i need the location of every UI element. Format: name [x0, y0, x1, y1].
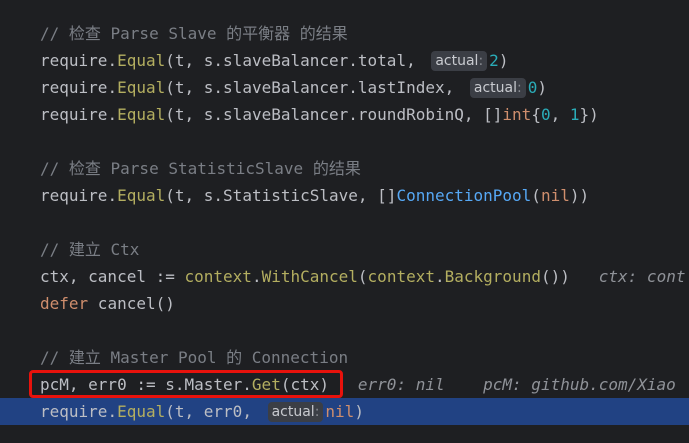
function-name: Equal	[117, 51, 166, 70]
code-line-statistic-slave[interactable]: require.Equal(t, s.StatisticSlave, []Con…	[0, 182, 689, 209]
assignment-lhs: pcM, err0 := s.Master.	[40, 375, 252, 394]
inlay-type-hint: ctx: cont	[598, 267, 686, 286]
arguments: (t, s.slaveBalancer.total,	[165, 51, 426, 70]
code-line-master-get[interactable]: pcM, err0 := s.Master.Get(ctx) err0: nil…	[0, 371, 689, 398]
code-line-comment-parse-slave[interactable]: // 检查 Parse Slave 的平衡器 的结果	[0, 20, 689, 47]
function-name: Equal	[117, 402, 166, 421]
function-name: WithCancel	[261, 267, 358, 286]
package-name: context	[184, 267, 252, 286]
function-name: Background	[444, 267, 541, 286]
code-line-round-robin[interactable]: require.Equal(t, s.slaveBalancer.roundRo…	[0, 101, 689, 128]
parameter-hint: actual:	[431, 51, 488, 71]
nil-literal: nil	[325, 402, 355, 421]
parameter-hint: actual:	[267, 402, 324, 422]
comment: // 建立 Ctx	[40, 240, 140, 259]
function-name: Get	[251, 375, 281, 394]
comment: // 建立 Master Pool 的 Connection	[40, 348, 349, 367]
code-line-ctx[interactable]: ctx, cancel := context.WithCancel(contex…	[0, 263, 689, 290]
code-line-total[interactable]: require.Equal(t, s.slaveBalancer.total, …	[0, 47, 689, 74]
code-line-current-require[interactable]: require.Equal(t, err0, actual: nil)	[0, 398, 689, 425]
parameter-hint: actual:	[469, 78, 526, 98]
arguments: (t, s.slaveBalancer.lastIndex,	[165, 78, 464, 97]
arguments: (t, err0,	[165, 402, 262, 421]
code-line-comment-ctx[interactable]: // 建立 Ctx	[0, 236, 689, 263]
package-name: require	[40, 402, 108, 421]
inlay-value-hint: pcM: github.com/Xiao	[483, 375, 676, 394]
number-literal: 2	[489, 51, 499, 70]
code-line-comment-master[interactable]: // 建立 Master Pool 的 Connection	[0, 344, 689, 371]
keyword: defer	[40, 294, 89, 313]
number-literal: 0	[527, 78, 538, 97]
code-line-last-index[interactable]: require.Equal(t, s.slaveBalancer.lastInd…	[0, 74, 689, 101]
number-literal: 0	[540, 105, 551, 124]
function-name: Equal	[117, 105, 166, 124]
type-keyword: int	[502, 105, 532, 124]
comment: // 检查 Parse Slave 的平衡器 的结果	[40, 24, 348, 43]
code-line-defer[interactable]: defer cancel()	[0, 290, 689, 317]
number-literal: 1	[569, 105, 580, 124]
package-name: require	[40, 78, 108, 97]
package-name: require	[40, 105, 108, 124]
assignment-lhs: ctx, cancel :=	[40, 267, 185, 286]
code-line-comment-statistic-slave[interactable]: // 检查 Parse StatisticSlave 的结果	[0, 155, 689, 182]
inlay-value-hint: err0: nil	[357, 375, 445, 394]
type-name: ConnectionPool	[396, 186, 532, 205]
function-name: Equal	[117, 78, 166, 97]
arguments: (t, s.slaveBalancer.roundRobinQ, []	[165, 105, 503, 124]
code-editor[interactable]: // 检查 Parse Slave 的平衡器 的结果 require.Equal…	[0, 0, 689, 443]
comment: // 检查 Parse StatisticSlave 的结果	[40, 159, 361, 178]
package-name: require	[40, 186, 108, 205]
package-name: context	[367, 267, 435, 286]
arguments: (t, s.StatisticSlave, []	[165, 186, 397, 205]
package-name: require	[40, 51, 108, 70]
function-name: Equal	[117, 186, 166, 205]
nil-literal: nil	[540, 186, 570, 205]
